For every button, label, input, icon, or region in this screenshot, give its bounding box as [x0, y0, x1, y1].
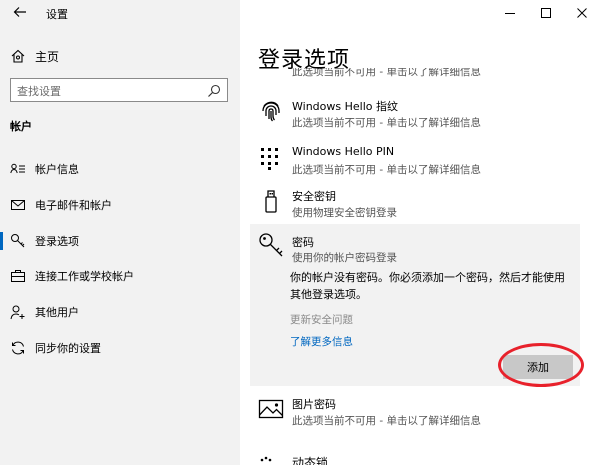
key-icon [258, 232, 284, 258]
nav-item-label: 其他用户 [35, 306, 79, 319]
password-message: 你的帐户没有密码。你必须添加一个密码，然后才能使用其他登录选项。 [290, 271, 565, 301]
search-placeholder: 查找设置 [17, 85, 61, 98]
window-title: 设置 [46, 8, 68, 21]
fingerprint-icon [258, 98, 284, 124]
red-highlight-circle [498, 343, 584, 387]
option-description: 使用你的帐户密码登录 [292, 252, 397, 264]
nav-item-email-accounts[interactable]: 电子邮件和帐户 [0, 193, 240, 217]
option-name: 动态锁 [292, 456, 329, 465]
navigation-pane: 设置 主页 查找设置 帐户 帐户信息 电子邮件和帐户 登录选项 连接工作或学校帐… [0, 0, 240, 465]
key-icon [10, 233, 26, 249]
sync-icon [10, 340, 26, 356]
usb-key-icon [258, 188, 284, 214]
option-picture-password[interactable]: 图片密码 此选项当前不可用 - 单击以了解详细信息 [258, 396, 578, 427]
section-heading: 帐户 [10, 120, 32, 133]
nav-item-label: 连接工作或学校帐户 [35, 270, 134, 283]
option-name: 安全密钥 [292, 190, 336, 203]
partial-option-bottom[interactable]: 动态锁 [258, 452, 578, 465]
window-controls [492, 0, 600, 26]
account-info-icon [10, 161, 26, 177]
person-add-icon [10, 304, 26, 320]
option-description: 此选项当前不可用 - 单击以了解详细信息 [292, 164, 481, 176]
nav-item-sign-in-options[interactable]: 登录选项 [0, 229, 240, 253]
option-name: Windows Hello 指纹 [292, 100, 398, 113]
nav-home-label: 主页 [35, 49, 60, 64]
option-description: 使用物理安全密钥登录 [292, 207, 397, 219]
option-fingerprint[interactable]: Windows Hello 指纹 此选项当前不可用 - 单击以了解详细信息 [258, 98, 578, 129]
option-name: Windows Hello PIN [292, 145, 395, 158]
dynamic-lock-icon [258, 453, 278, 465]
search-input[interactable]: 查找设置 [10, 78, 228, 102]
close-icon[interactable] [564, 0, 600, 26]
nav-item-label: 同步你的设置 [35, 342, 101, 355]
pin-keypad-icon [258, 145, 284, 171]
option-description: 此选项当前不可用 - 单击以了解详细信息 [292, 415, 481, 427]
option-security-key[interactable]: 安全密钥 使用物理安全密钥登录 [258, 188, 578, 219]
nav-item-label: 登录选项 [35, 235, 79, 248]
search-icon[interactable] [207, 83, 221, 97]
home-icon [10, 48, 26, 64]
nav-item-sync-settings[interactable]: 同步你的设置 [0, 336, 240, 360]
nav-item-other-users[interactable]: 其他用户 [0, 300, 240, 324]
nav-item-label: 帐户信息 [35, 163, 79, 176]
option-pin[interactable]: Windows Hello PIN 此选项当前不可用 - 单击以了解详细信息 [258, 145, 578, 176]
learn-more-link[interactable]: 了解更多信息 [290, 334, 353, 349]
minimize-icon[interactable] [492, 0, 528, 26]
option-name: 图片密码 [292, 398, 336, 411]
option-name: 密码 [292, 236, 314, 249]
partial-option-top[interactable]: 此选项当前不可用 - 单击以了解详细信息 [258, 68, 578, 82]
mail-icon [10, 197, 26, 213]
nav-home[interactable]: 主页 [10, 46, 59, 66]
briefcase-icon [10, 268, 26, 284]
nav-item-account-info[interactable]: 帐户信息 [0, 157, 240, 181]
maximize-icon[interactable] [528, 0, 564, 26]
option-description: 此选项当前不可用 - 单击以了解详细信息 [292, 117, 481, 129]
picture-icon [258, 396, 284, 422]
back-arrow-icon[interactable] [12, 4, 36, 24]
option-description: 此选项当前不可用 - 单击以了解详细信息 [292, 68, 481, 78]
nav-item-label: 电子邮件和帐户 [35, 199, 112, 212]
update-security-questions-link: 更新安全问题 [290, 314, 353, 326]
nav-item-work-school[interactable]: 连接工作或学校帐户 [0, 264, 240, 288]
